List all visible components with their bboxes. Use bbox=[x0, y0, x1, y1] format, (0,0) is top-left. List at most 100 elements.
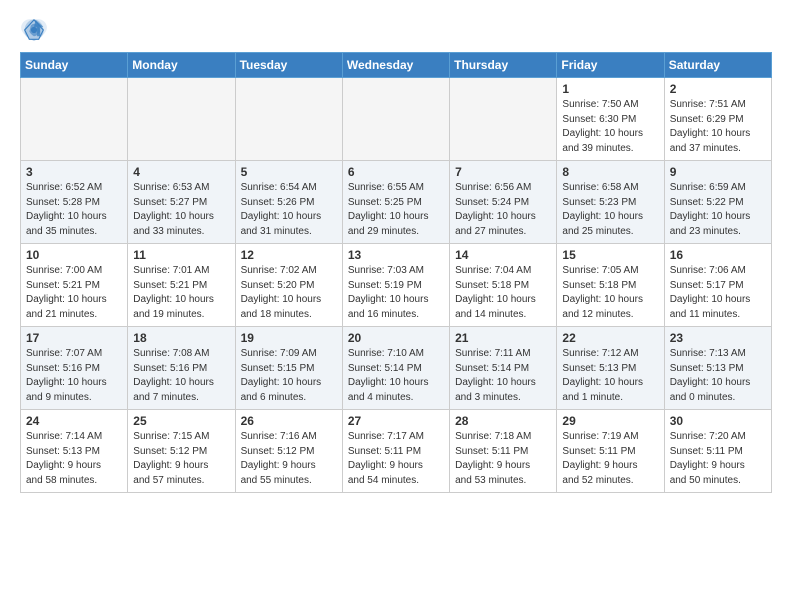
week-row-5: 24Sunrise: 7:14 AM Sunset: 5:13 PM Dayli… bbox=[21, 410, 772, 493]
day-info: Sunrise: 6:58 AM Sunset: 5:23 PM Dayligh… bbox=[562, 181, 658, 239]
calendar-cell: 22 Sunrise: 7:12 AM Sunset: 5:13 PM Dayli… bbox=[557, 327, 664, 410]
calendar-cell: 25 Sunrise: 7:15 AM Sunset: 5:12 PM Dayli… bbox=[128, 410, 235, 493]
day-number: 19 bbox=[241, 331, 337, 345]
weekday-header-friday: Friday bbox=[557, 53, 664, 78]
day-number: 26 bbox=[241, 414, 337, 428]
day-info: Sunrise: 6:55 AM Sunset: 5:25 PM Dayligh… bbox=[348, 181, 444, 239]
day-info: Sunrise: 7:19 AM Sunset: 5:11 PM Dayligh… bbox=[562, 430, 658, 488]
day-info: Sunrise: 7:15 AM Sunset: 5:12 PM Dayligh… bbox=[133, 430, 229, 488]
day-info: Sunrise: 7:12 AM Sunset: 5:13 PM Dayligh… bbox=[562, 347, 658, 405]
logo bbox=[20, 16, 52, 44]
day-info: Sunrise: 7:11 AM Sunset: 5:14 PM Dayligh… bbox=[455, 347, 551, 405]
day-info: Sunrise: 6:53 AM Sunset: 5:27 PM Dayligh… bbox=[133, 181, 229, 239]
week-row-2: 3 Sunrise: 6:52 AM Sunset: 5:28 PM Daylig… bbox=[21, 161, 772, 244]
calendar-cell: 1 Sunrise: 7:50 AM Sunset: 6:30 PM Daylig… bbox=[557, 78, 664, 161]
day-number: 5 bbox=[241, 165, 337, 179]
calendar-cell: 14 Sunrise: 7:04 AM Sunset: 5:18 PM Dayli… bbox=[450, 244, 557, 327]
day-number: 3 bbox=[26, 165, 122, 179]
day-number: 17 bbox=[26, 331, 122, 345]
day-number: 25 bbox=[133, 414, 229, 428]
calendar-cell: 23Sunrise: 7:13 AM Sunset: 5:13 PM Dayli… bbox=[664, 327, 771, 410]
header bbox=[20, 16, 772, 44]
day-number: 8 bbox=[562, 165, 658, 179]
day-info: Sunrise: 7:51 AM Sunset: 6:29 PM Dayligh… bbox=[670, 98, 766, 156]
day-info: Sunrise: 7:00 AM Sunset: 5:21 PM Dayligh… bbox=[26, 264, 122, 322]
calendar-cell: 11 Sunrise: 7:01 AM Sunset: 5:21 PM Dayli… bbox=[128, 244, 235, 327]
weekday-header-tuesday: Tuesday bbox=[235, 53, 342, 78]
weekday-header-monday: Monday bbox=[128, 53, 235, 78]
weekday-header-saturday: Saturday bbox=[664, 53, 771, 78]
weekday-header-wednesday: Wednesday bbox=[342, 53, 449, 78]
day-number: 27 bbox=[348, 414, 444, 428]
calendar-cell: 2Sunrise: 7:51 AM Sunset: 6:29 PM Daylig… bbox=[664, 78, 771, 161]
day-number: 7 bbox=[455, 165, 551, 179]
day-number: 15 bbox=[562, 248, 658, 262]
day-number: 21 bbox=[455, 331, 551, 345]
calendar-cell: 26 Sunrise: 7:16 AM Sunset: 5:12 PM Dayli… bbox=[235, 410, 342, 493]
day-number: 20 bbox=[348, 331, 444, 345]
calendar-cell: 12Sunrise: 7:02 AM Sunset: 5:20 PM Dayli… bbox=[235, 244, 342, 327]
day-info: Sunrise: 7:50 AM Sunset: 6:30 PM Dayligh… bbox=[562, 98, 658, 156]
day-number: 1 bbox=[562, 82, 658, 96]
weekday-header-thursday: Thursday bbox=[450, 53, 557, 78]
calendar-cell: 19 Sunrise: 7:09 AM Sunset: 5:15 PM Dayli… bbox=[235, 327, 342, 410]
day-info: Sunrise: 6:52 AM Sunset: 5:28 PM Dayligh… bbox=[26, 181, 122, 239]
logo-icon bbox=[20, 16, 48, 44]
day-info: Sunrise: 7:08 AM Sunset: 5:16 PM Dayligh… bbox=[133, 347, 229, 405]
day-info: Sunrise: 7:02 AM Sunset: 5:20 PM Dayligh… bbox=[241, 264, 337, 322]
day-number: 4 bbox=[133, 165, 229, 179]
weekday-header-sunday: Sunday bbox=[21, 53, 128, 78]
calendar-cell: 9Sunrise: 6:59 AM Sunset: 5:22 PM Daylig… bbox=[664, 161, 771, 244]
day-number: 6 bbox=[348, 165, 444, 179]
calendar-cell: 10 Sunrise: 7:00 AM Sunset: 5:21 PM Dayli… bbox=[21, 244, 128, 327]
day-number: 13 bbox=[348, 248, 444, 262]
day-number: 22 bbox=[562, 331, 658, 345]
calendar-cell: 8 Sunrise: 6:58 AM Sunset: 5:23 PM Daylig… bbox=[557, 161, 664, 244]
calendar-table: SundayMondayTuesdayWednesdayThursdayFrid… bbox=[20, 52, 772, 493]
calendar-cell: 28 Sunrise: 7:18 AM Sunset: 5:11 PM Dayli… bbox=[450, 410, 557, 493]
day-number: 18 bbox=[133, 331, 229, 345]
week-row-4: 17 Sunrise: 7:07 AM Sunset: 5:16 PM Dayli… bbox=[21, 327, 772, 410]
day-info: Sunrise: 7:10 AM Sunset: 5:14 PM Dayligh… bbox=[348, 347, 444, 405]
calendar-cell: 13Sunrise: 7:03 AM Sunset: 5:19 PM Dayli… bbox=[342, 244, 449, 327]
day-number: 16 bbox=[670, 248, 766, 262]
calendar-cell bbox=[21, 78, 128, 161]
calendar-cell bbox=[128, 78, 235, 161]
day-number: 9 bbox=[670, 165, 766, 179]
day-info: Sunrise: 6:54 AM Sunset: 5:26 PM Dayligh… bbox=[241, 181, 337, 239]
day-number: 28 bbox=[455, 414, 551, 428]
day-number: 10 bbox=[26, 248, 122, 262]
week-row-3: 10 Sunrise: 7:00 AM Sunset: 5:21 PM Dayli… bbox=[21, 244, 772, 327]
day-number: 14 bbox=[455, 248, 551, 262]
calendar-cell bbox=[342, 78, 449, 161]
day-number: 30 bbox=[670, 414, 766, 428]
day-info: Sunrise: 7:20 AM Sunset: 5:11 PM Dayligh… bbox=[670, 430, 766, 488]
calendar-cell bbox=[450, 78, 557, 161]
day-info: Sunrise: 7:01 AM Sunset: 5:21 PM Dayligh… bbox=[133, 264, 229, 322]
day-info: Sunrise: 7:18 AM Sunset: 5:11 PM Dayligh… bbox=[455, 430, 551, 488]
day-info: Sunrise: 7:14 AM Sunset: 5:13 PM Dayligh… bbox=[26, 430, 122, 488]
calendar-cell: 17 Sunrise: 7:07 AM Sunset: 5:16 PM Dayli… bbox=[21, 327, 128, 410]
week-row-1: 1 Sunrise: 7:50 AM Sunset: 6:30 PM Daylig… bbox=[21, 78, 772, 161]
day-number: 11 bbox=[133, 248, 229, 262]
calendar-cell: 6 Sunrise: 6:55 AM Sunset: 5:25 PM Daylig… bbox=[342, 161, 449, 244]
calendar-cell: 24Sunrise: 7:14 AM Sunset: 5:13 PM Dayli… bbox=[21, 410, 128, 493]
day-info: Sunrise: 7:04 AM Sunset: 5:18 PM Dayligh… bbox=[455, 264, 551, 322]
day-info: Sunrise: 7:05 AM Sunset: 5:18 PM Dayligh… bbox=[562, 264, 658, 322]
day-info: Sunrise: 6:56 AM Sunset: 5:24 PM Dayligh… bbox=[455, 181, 551, 239]
calendar-cell: 18 Sunrise: 7:08 AM Sunset: 5:16 PM Dayli… bbox=[128, 327, 235, 410]
calendar-cell: 7 Sunrise: 6:56 AM Sunset: 5:24 PM Daylig… bbox=[450, 161, 557, 244]
calendar-cell bbox=[235, 78, 342, 161]
calendar-cell: 4 Sunrise: 6:53 AM Sunset: 5:27 PM Daylig… bbox=[128, 161, 235, 244]
calendar-cell: 29Sunrise: 7:19 AM Sunset: 5:11 PM Dayli… bbox=[557, 410, 664, 493]
calendar-cell: 3 Sunrise: 6:52 AM Sunset: 5:28 PM Daylig… bbox=[21, 161, 128, 244]
day-info: Sunrise: 7:16 AM Sunset: 5:12 PM Dayligh… bbox=[241, 430, 337, 488]
day-info: Sunrise: 7:09 AM Sunset: 5:15 PM Dayligh… bbox=[241, 347, 337, 405]
calendar-cell: 16 Sunrise: 7:06 AM Sunset: 5:17 PM Dayli… bbox=[664, 244, 771, 327]
day-info: Sunrise: 7:13 AM Sunset: 5:13 PM Dayligh… bbox=[670, 347, 766, 405]
day-info: Sunrise: 7:06 AM Sunset: 5:17 PM Dayligh… bbox=[670, 264, 766, 322]
calendar-cell: 30 Sunrise: 7:20 AM Sunset: 5:11 PM Dayli… bbox=[664, 410, 771, 493]
calendar-cell: 5 Sunrise: 6:54 AM Sunset: 5:26 PM Daylig… bbox=[235, 161, 342, 244]
day-info: Sunrise: 7:17 AM Sunset: 5:11 PM Dayligh… bbox=[348, 430, 444, 488]
day-info: Sunrise: 7:07 AM Sunset: 5:16 PM Dayligh… bbox=[26, 347, 122, 405]
